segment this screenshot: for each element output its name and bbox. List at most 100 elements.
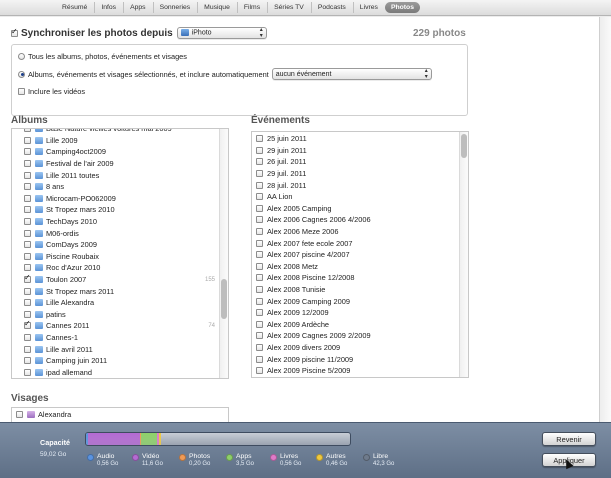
- event-checkbox[interactable]: [256, 181, 263, 189]
- event-checkbox[interactable]: [256, 239, 263, 247]
- event-checkbox[interactable]: [256, 320, 263, 328]
- album-checkbox[interactable]: [24, 206, 31, 214]
- album-checkbox[interactable]: [24, 183, 31, 191]
- album-checkbox[interactable]: [24, 160, 31, 168]
- album-checkbox[interactable]: [24, 273, 31, 284]
- album-row[interactable]: Lille avril 2011: [12, 343, 219, 355]
- sync-photos-checkbox[interactable]: [11, 27, 18, 37]
- album-checkbox[interactable]: [24, 319, 31, 330]
- album-row[interactable]: Camping juin 2011: [12, 355, 219, 367]
- album-checkbox[interactable]: [24, 129, 31, 133]
- face-checkbox[interactable]: [16, 411, 23, 419]
- radio-all[interactable]: [18, 53, 25, 60]
- tab-musique[interactable]: Musique: [197, 2, 236, 13]
- event-checkbox[interactable]: [256, 332, 263, 340]
- album-row[interactable]: Festival de l'air 2009: [12, 158, 219, 170]
- event-row[interactable]: Alex 2009 Ardèche: [252, 319, 459, 331]
- event-row[interactable]: 28 juil. 2011: [252, 179, 459, 191]
- tab-photos[interactable]: Photos: [384, 2, 420, 13]
- event-row[interactable]: Alex 2009 Cagnes 2009 2/2009: [252, 330, 459, 342]
- event-checkbox[interactable]: [256, 297, 263, 305]
- event-row[interactable]: 25 juin 2011: [252, 133, 459, 145]
- event-row[interactable]: Alex 2007 fete ecole 2007: [252, 237, 459, 249]
- album-row[interactable]: Cannes 2011 74: [12, 319, 219, 332]
- face-row[interactable]: Alexandra: [12, 409, 219, 421]
- page-scrollbar[interactable]: [599, 17, 611, 422]
- album-row[interactable]: M06-ordis: [12, 227, 219, 239]
- album-row[interactable]: Roc d'Azur 2010: [12, 262, 219, 274]
- album-checkbox[interactable]: [24, 194, 31, 202]
- tab-sonneries[interactable]: Sonneries: [152, 2, 197, 13]
- event-checkbox[interactable]: [256, 216, 263, 224]
- event-checkbox[interactable]: [256, 158, 263, 166]
- album-checkbox[interactable]: [24, 287, 31, 295]
- album-checkbox[interactable]: [24, 229, 31, 237]
- album-checkbox[interactable]: [24, 148, 31, 156]
- album-checkbox[interactable]: [24, 252, 31, 260]
- event-checkbox[interactable]: [256, 193, 263, 201]
- tab-podcasts[interactable]: Podcasts: [310, 2, 352, 13]
- radio-selected[interactable]: [18, 70, 25, 78]
- event-row[interactable]: Alex 2009 Camping 2009: [252, 295, 459, 307]
- album-checkbox[interactable]: [24, 333, 31, 341]
- event-row[interactable]: 29 juin 2011: [252, 145, 459, 157]
- event-row[interactable]: Alex 2009 Saint Tropez 2009: [252, 376, 459, 377]
- event-checkbox[interactable]: [256, 286, 263, 294]
- event-row[interactable]: Alex 2009 piscine 11/2009: [252, 353, 459, 365]
- event-row[interactable]: 26 juil. 2011: [252, 156, 459, 168]
- event-checkbox[interactable]: [256, 135, 263, 143]
- events-scrollbar[interactable]: [459, 132, 468, 377]
- tab-s-ries-tv[interactable]: Séries TV: [267, 2, 310, 13]
- event-checkbox[interactable]: [256, 146, 263, 154]
- event-row[interactable]: Alex 2007 piscine 4/2007: [252, 249, 459, 261]
- events-scroll-thumb[interactable]: [461, 134, 467, 158]
- album-checkbox[interactable]: [24, 264, 31, 272]
- tab-r-sum-[interactable]: Résumé: [56, 2, 93, 13]
- event-row[interactable]: Alex 2009 12/2009: [252, 307, 459, 319]
- event-row[interactable]: Alex 2005 Camping: [252, 203, 459, 215]
- album-row[interactable]: Lille 2009: [12, 135, 219, 147]
- event-checkbox[interactable]: [256, 343, 263, 351]
- event-checkbox[interactable]: [256, 309, 263, 317]
- event-checkbox[interactable]: [256, 262, 263, 270]
- event-checkbox[interactable]: [256, 228, 263, 236]
- album-checkbox[interactable]: [24, 357, 31, 365]
- album-row[interactable]: Piscine Roubaix: [12, 251, 219, 263]
- album-checkbox[interactable]: [24, 241, 31, 249]
- album-checkbox[interactable]: [24, 171, 31, 179]
- include-videos-checkbox[interactable]: [18, 88, 25, 95]
- event-checkbox[interactable]: [256, 170, 263, 178]
- album-row[interactable]: Microcam-PO062009: [12, 193, 219, 205]
- event-checkbox[interactable]: [256, 367, 263, 375]
- album-checkbox[interactable]: [24, 368, 31, 376]
- events-list[interactable]: 25 juin 2011 29 juin 2011 26 juil. 2011 29 …: [251, 131, 469, 378]
- event-row[interactable]: Alex 2006 Meze 2006: [252, 226, 459, 238]
- album-row[interactable]: TechDays 2010: [12, 216, 219, 228]
- tab-livres[interactable]: Livres: [352, 2, 384, 13]
- photo-source-popup[interactable]: iPhoto ▴ ▾: [176, 27, 267, 39]
- album-checkbox[interactable]: [24, 136, 31, 144]
- event-row[interactable]: Alex 2006 Cagnes 2006 4/2006: [252, 214, 459, 226]
- album-row[interactable]: ipad allemand: [12, 366, 219, 378]
- tab-infos[interactable]: Infos: [94, 2, 122, 13]
- tab-films[interactable]: Films: [236, 2, 266, 13]
- albums-list[interactable]: Base Nature vieilles voitures mai 2009 Li…: [11, 128, 229, 379]
- revert-button[interactable]: Revenir: [542, 432, 596, 446]
- album-row[interactable]: Lille Alexandra: [12, 297, 219, 309]
- tab-apps[interactable]: Apps: [123, 2, 152, 13]
- event-checkbox[interactable]: [256, 204, 263, 212]
- album-checkbox[interactable]: [24, 299, 31, 307]
- album-checkbox[interactable]: [24, 345, 31, 353]
- auto-include-popup[interactable]: aucun événement ▴ ▾: [271, 68, 432, 80]
- event-row[interactable]: 29 juil. 2011: [252, 168, 459, 180]
- album-row[interactable]: ComDays 2009: [12, 239, 219, 251]
- event-row[interactable]: AA Lion: [252, 191, 459, 203]
- option-all[interactable]: Tous les albums, photos, événements et v…: [18, 52, 187, 61]
- event-checkbox[interactable]: [256, 274, 263, 282]
- album-row[interactable]: 8 ans: [12, 181, 219, 193]
- event-checkbox[interactable]: [256, 251, 263, 259]
- event-row[interactable]: Alex 2008 Piscine 12/2008: [252, 272, 459, 284]
- event-row[interactable]: Alex 2008 Tunisie: [252, 284, 459, 296]
- option-selected[interactable]: Albums, événements et visages sélectionn…: [18, 68, 432, 80]
- album-row[interactable]: Cannes-1: [12, 332, 219, 344]
